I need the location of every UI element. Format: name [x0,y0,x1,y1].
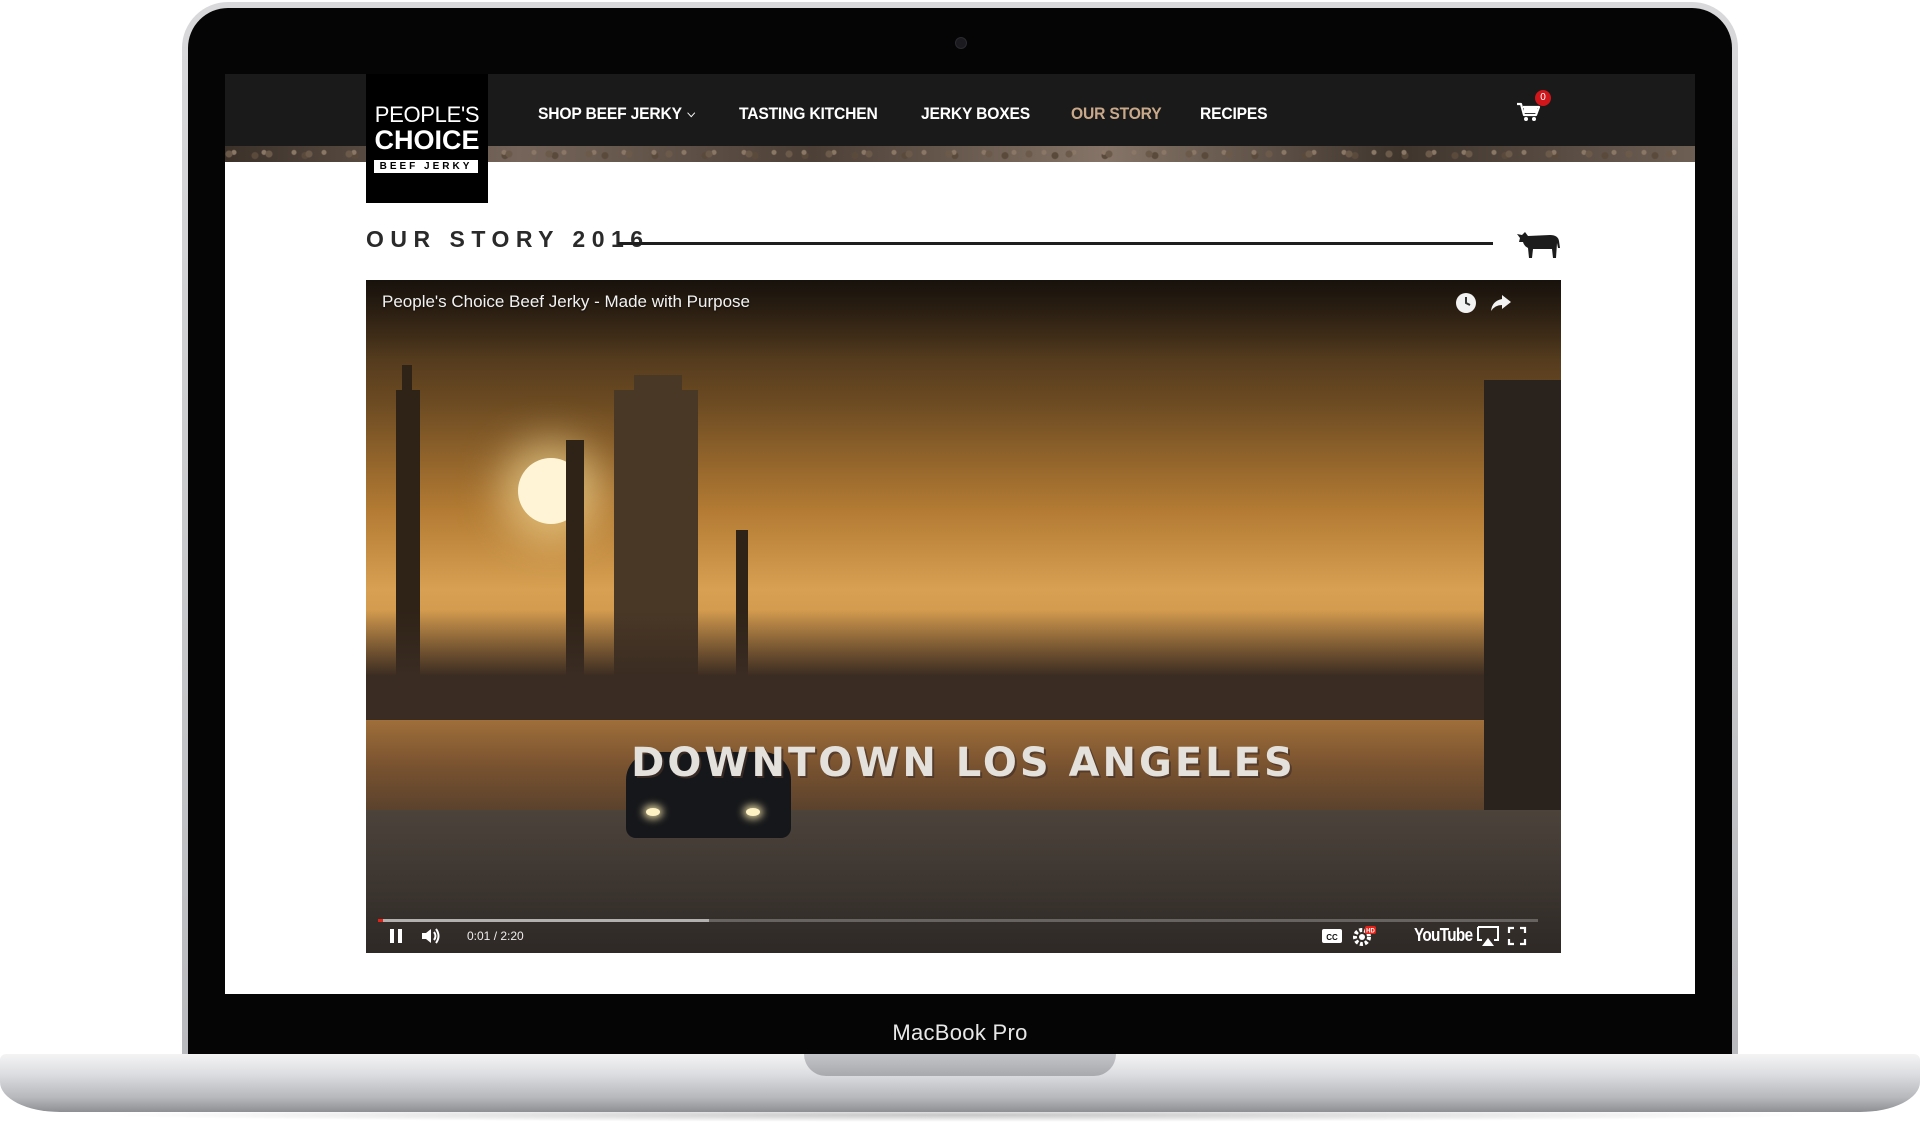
video-played-bar [378,919,383,922]
youtube-logo[interactable]: YouTube [1414,925,1473,946]
section-title: OUR STORY 2016 [366,226,650,252]
video-frame-car-light [646,808,660,816]
laptop-base-notch [804,1054,1116,1076]
video-player[interactable]: DOWNTOWN LOS ANGELES People's Choice Bee… [366,280,1561,953]
video-frame-road [366,810,1561,953]
nav-item-recipes[interactable]: RECIPES [1200,100,1268,128]
title-divider [618,242,1493,245]
video-frame-tower-top [634,375,682,395]
chevron-down-icon: ⌵ [687,108,695,120]
logo-text-line2: CHOICE [374,125,480,155]
camera-icon [955,37,967,49]
video-progress-bar[interactable] [378,919,1538,922]
nav-item-tasting-kitchen[interactable]: TASTING KITCHEN [739,100,878,128]
airplay-icon[interactable] [1476,925,1500,947]
video-time: 0:01 / 2:20 [467,929,524,943]
laptop-brand-label: MacBook Pro [892,1020,1028,1045]
video-frame-car-light [746,808,760,816]
watch-later-icon[interactable] [1453,290,1479,316]
main-nav: SHOP BEEF JERKY ⌵ TASTING KITCHEN JERKY B… [538,100,1304,128]
share-icon[interactable] [1488,290,1514,316]
screen: SHOP BEEF JERKY ⌵ TASTING KITCHEN JERKY B… [225,74,1695,994]
cow-icon [1517,232,1560,258]
logo-text-line1: PEOPLE'S [374,102,480,127]
nav-item-jerky-boxes[interactable]: JERKY BOXES [921,100,1030,128]
settings-icon[interactable]: HD [1351,924,1377,948]
captions-icon[interactable]: CC [1321,927,1343,945]
svg-text:CC: CC [1326,933,1338,942]
video-title[interactable]: People's Choice Beef Jerky - Made with P… [382,292,750,312]
video-buffer-bar [378,919,709,922]
logo-text-line3: BEEF JERKY [374,160,478,173]
video-overlay-caption: DOWNTOWN LOS ANGELES [631,740,1296,786]
nav-item-shop-beef-jerky[interactable]: SHOP BEEF JERKY ⌵ [538,100,695,128]
video-frame-trees [366,610,1561,720]
nav-item-our-story[interactable]: OUR STORY [1071,100,1162,128]
cart-count-badge: 0 [1535,90,1551,106]
hd-badge: HD [1366,929,1375,935]
volume-icon[interactable] [419,925,441,947]
fullscreen-icon[interactable] [1507,926,1527,946]
site-logo[interactable]: PEOPLE'S CHOICE BEEF JERKY [366,74,488,203]
video-frame-lamp-top [402,365,412,395]
pause-icon[interactable] [386,926,406,946]
